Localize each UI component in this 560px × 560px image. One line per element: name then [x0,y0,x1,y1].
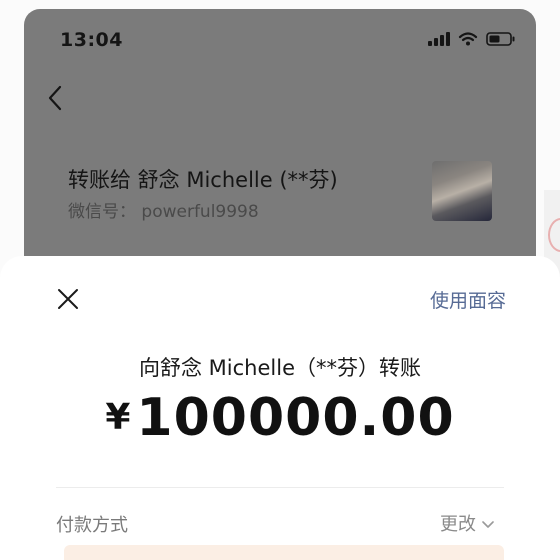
status-icons [428,31,516,50]
divider [56,487,504,488]
change-label: 更改 [440,514,476,535]
chevron-down-icon [482,513,494,534]
screenshot-stage: 13:04 转账给 舒念 Michelle (**芬) 微信号： powerfu… [0,0,560,560]
recipient-avatar [432,161,492,221]
back-button[interactable] [44,85,66,115]
change-payment-method-button[interactable]: 更改 [440,510,494,536]
status-time: 13:04 [60,29,123,51]
transfer-recipient-title: 转账给 舒念 Michelle (**芬) [68,168,338,192]
close-button[interactable] [56,287,80,311]
recipient-wechat-id: 微信号： powerful9998 [68,202,259,222]
transfer-amount: ¥100000.00 [0,388,560,448]
chevron-left-icon [47,85,63,115]
pay-to-label: 向舒念 Michelle（**芬）转账 [139,356,421,380]
close-icon [56,289,80,315]
cellular-signal-icon [428,31,450,50]
battery-icon [486,31,516,50]
currency-symbol: ¥ [105,397,131,438]
payment-method-label: 付款方式 [56,515,128,536]
amount-value: 100000.00 [136,388,455,448]
use-face-id-link[interactable]: 使用面容 [430,286,506,313]
wifi-icon [458,31,478,50]
payment-option-bar[interactable] [64,545,504,560]
